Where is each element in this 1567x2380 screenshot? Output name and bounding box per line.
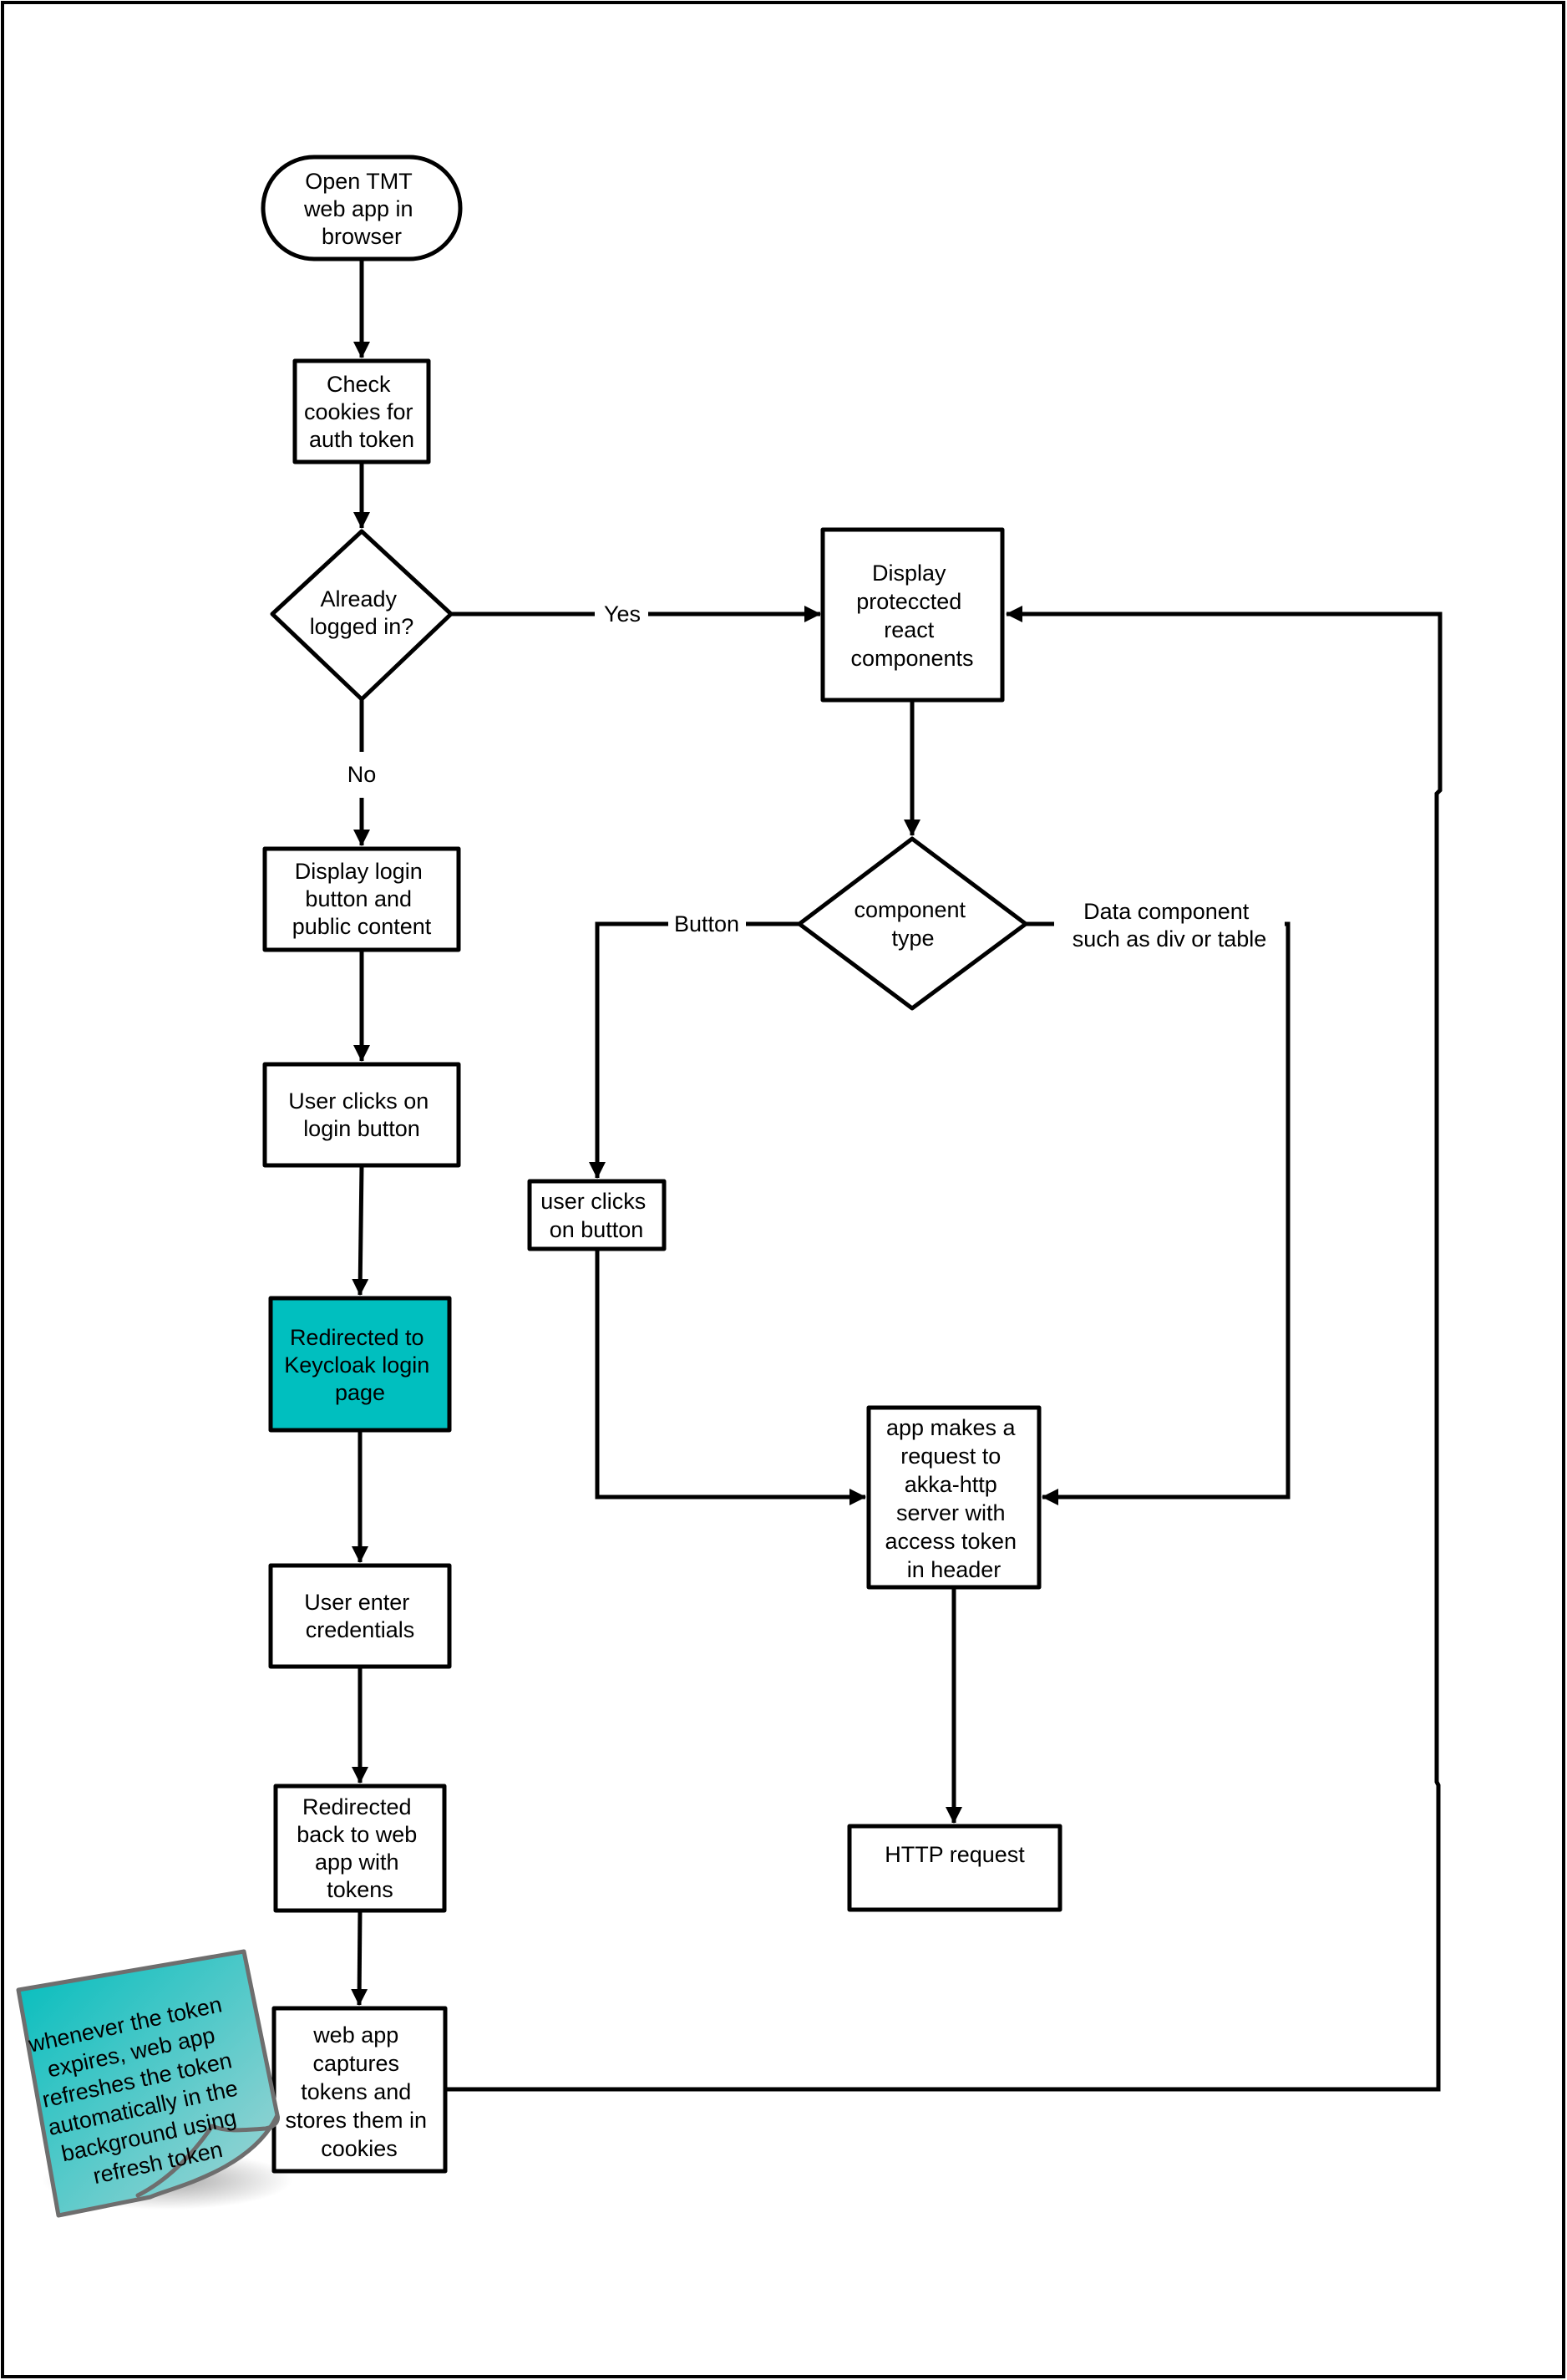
node-display-login-label: Display login button and public content [292, 859, 432, 939]
edge-label-button: Button [674, 911, 739, 936]
edge-click-to-keycloak [352, 1165, 369, 1296]
node-display-protected[interactable] [820, 527, 1005, 703]
node-http-request[interactable] [847, 1824, 1062, 1912]
node-enter-credentials[interactable] [268, 1563, 452, 1669]
node-user-clicks-login[interactable] [262, 1062, 461, 1168]
node-http-request-label: HTTP request [885, 1842, 1025, 1867]
edge-label-no: No [347, 762, 377, 787]
edge-redirect-to-capture [351, 1910, 368, 2006]
flowchart-canvas: Yes No Button Data component such as div… [1, 1, 1565, 2378]
edge-label-data-line-1: Data component [1083, 899, 1250, 924]
edge-label-yes: Yes [604, 601, 641, 627]
edge-label-data-line-2: such as div or table [1073, 926, 1267, 951]
sticky-note[interactable]: whenever the token expires, web app refr… [16, 1949, 292, 2218]
